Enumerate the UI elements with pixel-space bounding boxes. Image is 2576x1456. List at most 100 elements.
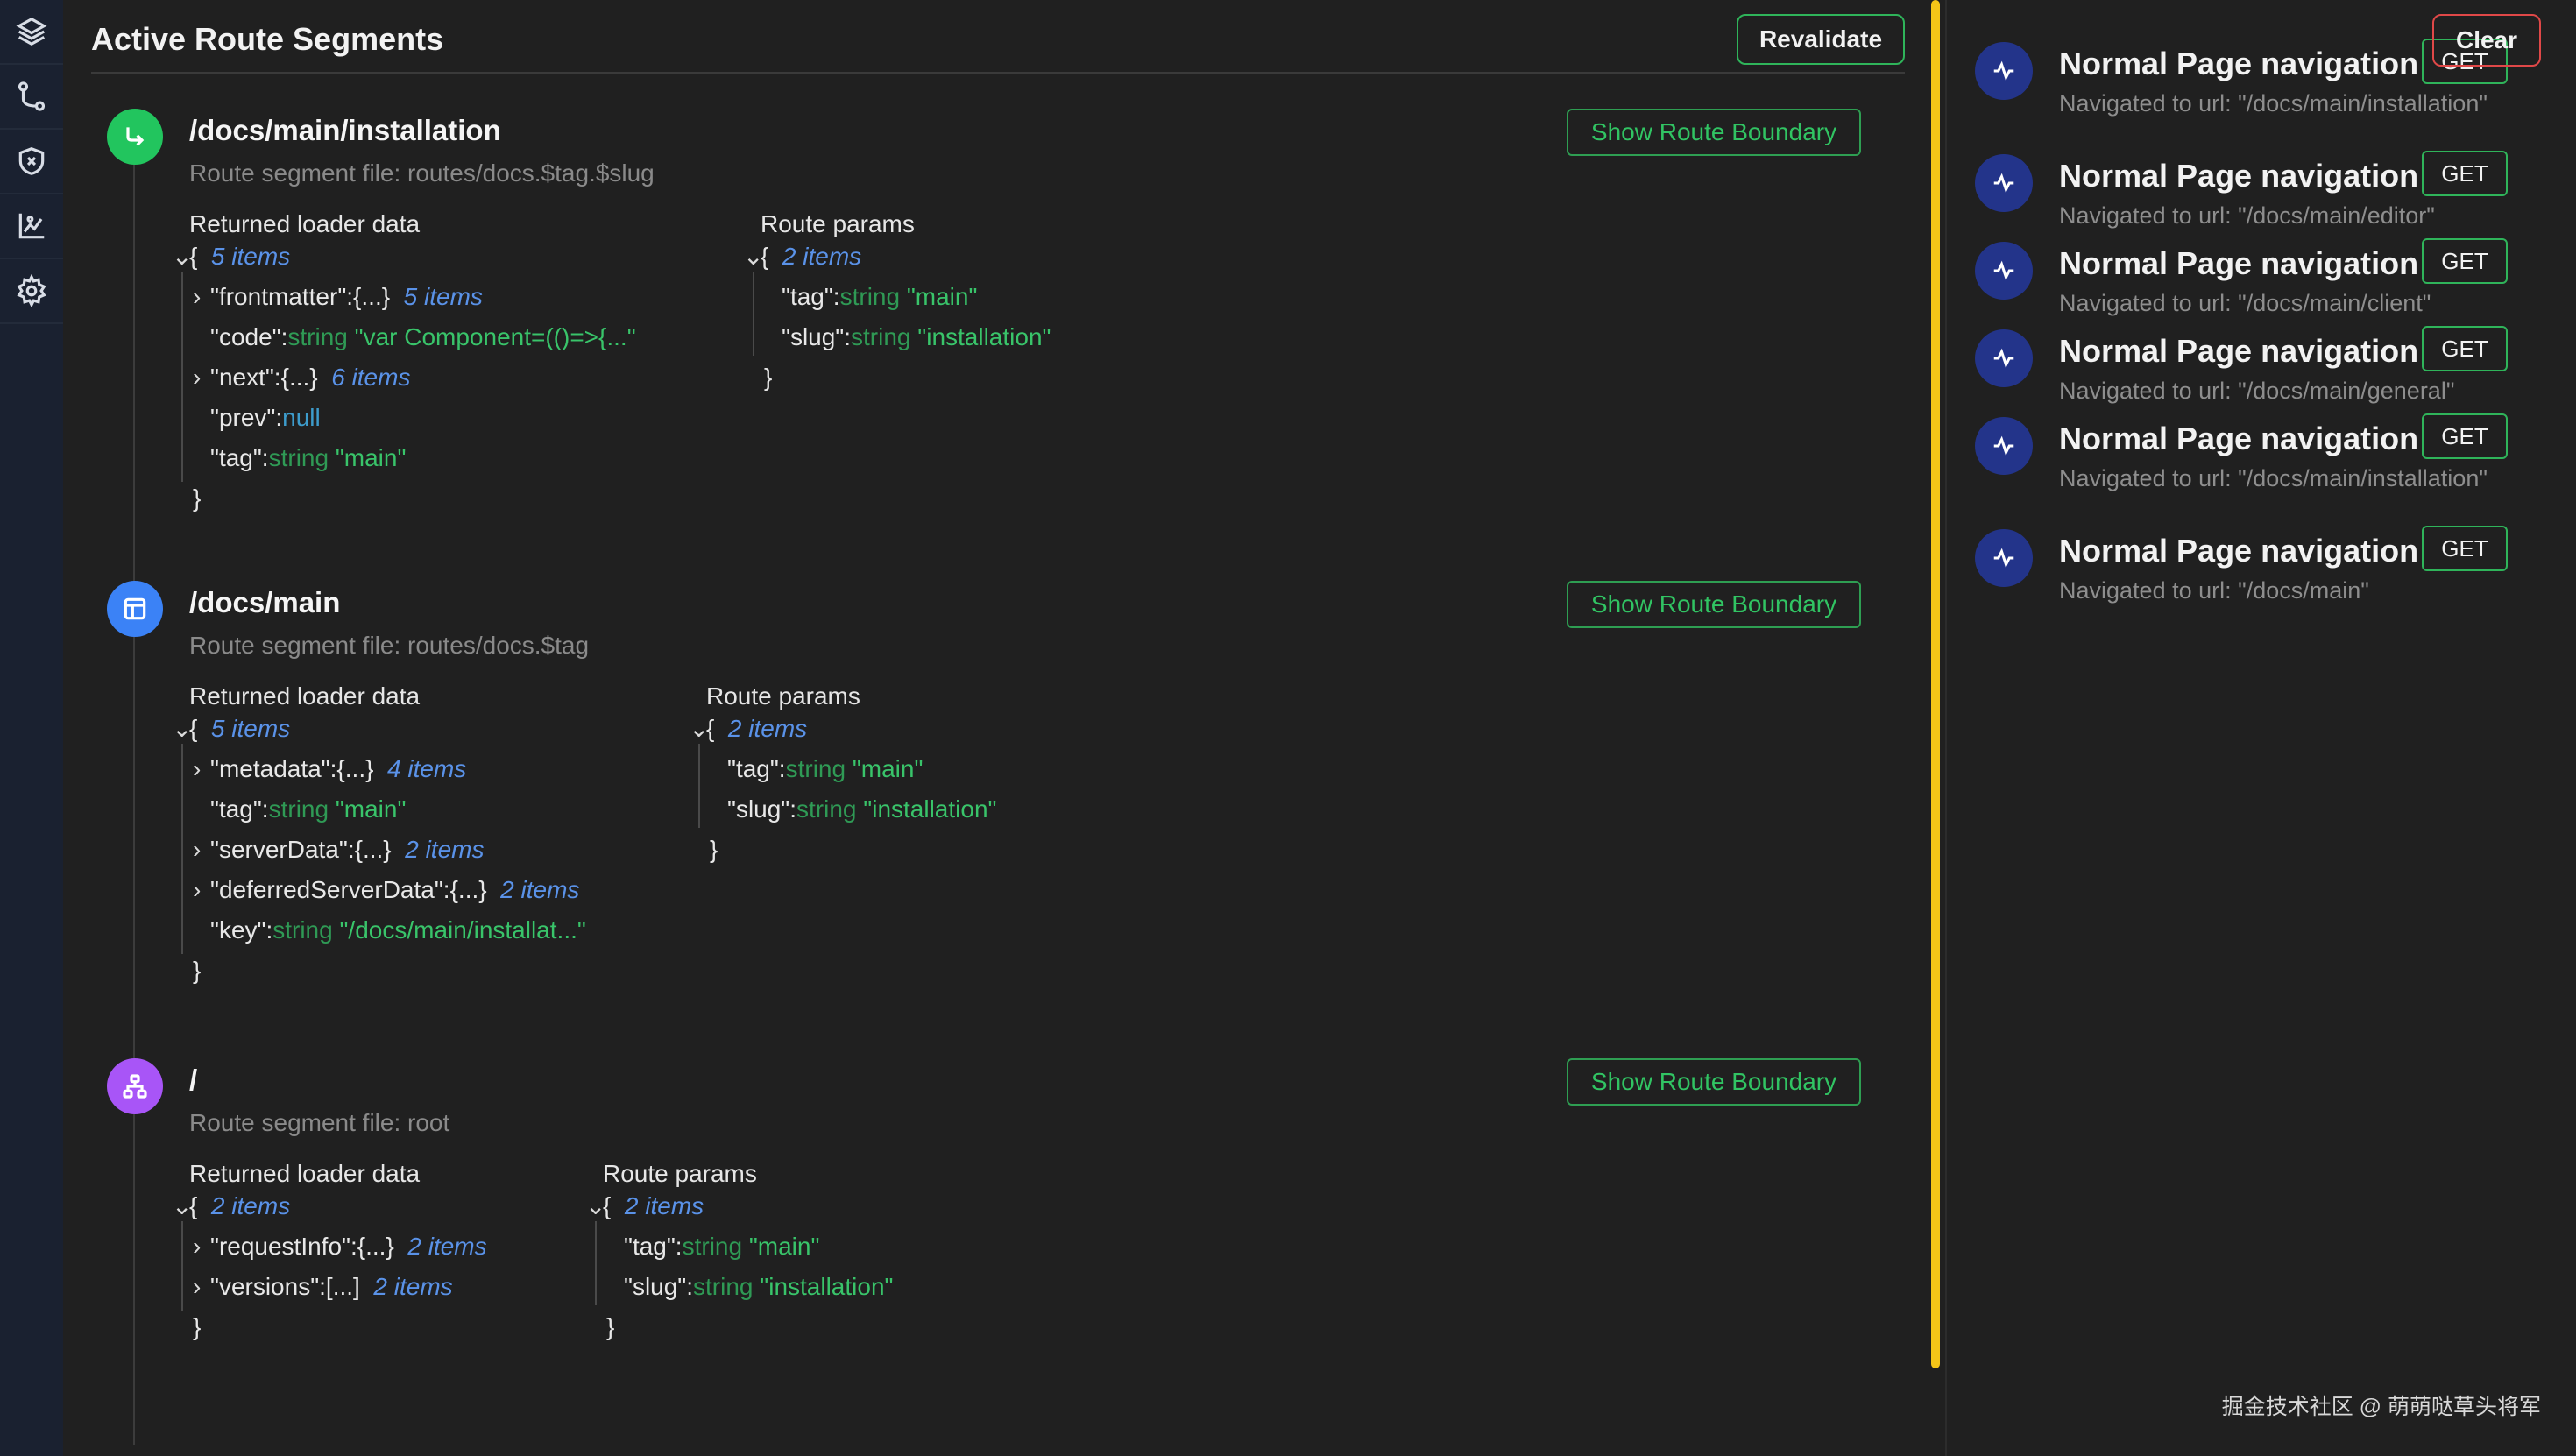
chevron-down-icon[interactable]: ⌄ <box>585 1186 605 1226</box>
item-count: 2 items <box>405 836 485 863</box>
gear-icon[interactable] <box>0 259 63 324</box>
navigation-entry[interactable]: Normal Page navigation GET Navigated to ur… <box>1975 235 2553 331</box>
route-segment: / Route segment file: root Show Route Boun… <box>91 1058 1861 1456</box>
chart-icon[interactable] <box>0 194 63 259</box>
route-params-tree: ⌄{ 2 items "tag":string "main" "slug":stri… <box>743 237 1051 398</box>
tree-value: {...} <box>449 876 487 903</box>
clear-button[interactable]: Clear <box>2432 14 2541 67</box>
tree-row: "tag":string "main" <box>172 438 636 478</box>
activity-icon <box>1975 329 2033 387</box>
item-count: 2 items <box>407 1233 487 1260</box>
item-count: 4 items <box>387 755 467 782</box>
param-type: string <box>682 1233 743 1260</box>
tree-root[interactable]: ⌄{ 2 items <box>172 1186 487 1226</box>
tree-key: "tag": <box>210 444 269 471</box>
tree-row[interactable]: › "metadata":{...} 4 items <box>172 749 586 789</box>
tree-value: "var Component=(()=>{..." <box>354 323 636 350</box>
chevron-right-icon[interactable]: › <box>193 357 210 398</box>
navigation-title: Normal Page navigation <box>2059 533 2419 569</box>
param-value: "installation" <box>760 1273 894 1300</box>
tree-key: "next": <box>210 364 281 391</box>
chevron-right-icon[interactable]: › <box>193 1267 210 1307</box>
tree-value: "main" <box>335 795 407 823</box>
param-type: string <box>693 1273 754 1300</box>
chevron-down-icon[interactable]: ⌄ <box>743 237 763 277</box>
tree-root[interactable]: ⌄{ 2 items <box>689 709 996 749</box>
brace: } <box>764 364 773 391</box>
brace: { <box>189 1192 198 1219</box>
tree-value: {...} <box>336 755 374 782</box>
tree-key: "requestInfo": <box>210 1233 357 1260</box>
param-row: "tag":string "main" <box>689 749 996 789</box>
tree-root[interactable]: ⌄{ 2 items <box>585 1186 893 1226</box>
tree-guide <box>595 1221 597 1305</box>
tree-root[interactable]: ⌄{ 5 items <box>172 709 586 749</box>
shield-icon[interactable] <box>0 130 63 194</box>
navigation-entry[interactable]: Normal Page navigation GET Navigated to ur… <box>1975 147 2553 244</box>
item-count: 2 items <box>727 715 808 742</box>
tree-type: string <box>268 795 329 823</box>
show-route-boundary-button[interactable]: Show Route Boundary <box>1567 581 1861 628</box>
navigation-entry[interactable]: Normal Page navigation GET Navigated to ur… <box>1975 522 2553 618</box>
segment-file: Route segment file: root <box>189 1109 450 1136</box>
navigation-description: Navigated to url: "/docs/main/installati… <box>2059 465 2488 491</box>
tree-root[interactable]: ⌄{ 5 items <box>172 237 636 277</box>
tree-type: string <box>268 444 329 471</box>
chevron-down-icon[interactable]: ⌄ <box>689 709 709 749</box>
loader-data-label: Returned loader data <box>189 210 421 237</box>
tree-row[interactable]: › "deferredServerData":{...} 2 items <box>172 870 586 910</box>
tree-row[interactable]: › "requestInfo":{...} 2 items <box>172 1226 487 1267</box>
param-row: "tag":string "main" <box>585 1226 893 1267</box>
param-type: string <box>851 323 911 350</box>
revalidate-button[interactable]: Revalidate <box>1737 14 1905 65</box>
tree-row[interactable]: › "frontmatter":{...} 5 items <box>172 277 636 317</box>
tree-root[interactable]: ⌄{ 2 items <box>743 237 1051 277</box>
param-value: "main" <box>906 283 978 310</box>
navigation-entry[interactable]: Normal Page navigation GET Navigated to ur… <box>1975 410 2553 506</box>
chevron-right-icon[interactable]: › <box>193 749 210 789</box>
chevron-down-icon[interactable]: ⌄ <box>172 237 192 277</box>
chevron-right-icon[interactable]: › <box>193 830 210 870</box>
show-route-boundary-button[interactable]: Show Route Boundary <box>1567 109 1861 156</box>
item-count: 2 items <box>782 243 862 270</box>
tree-key: "tag": <box>210 795 269 823</box>
param-value: "main" <box>852 755 924 782</box>
navigation-log-panel: Clear Normal Page navigation GET Navigated… <box>1947 0 2576 1456</box>
brace: { <box>189 243 198 270</box>
tree-value: {...} <box>353 283 391 310</box>
param-type: string <box>839 283 901 310</box>
chevron-right-icon[interactable]: › <box>193 277 210 317</box>
tree-row: "key":string "/docs/main/installat..." <box>172 910 586 951</box>
segment-path: /docs/main <box>189 586 341 618</box>
brace: { <box>189 715 198 742</box>
brace: { <box>706 715 715 742</box>
chevron-down-icon[interactable]: ⌄ <box>172 1186 192 1226</box>
activity-icon <box>1975 154 2033 212</box>
activity-icon <box>1975 242 2033 300</box>
param-key: "slug": <box>782 323 852 350</box>
navigation-entry[interactable]: Normal Page navigation GET Navigated to ur… <box>1975 322 2553 419</box>
tree-key: "key": <box>210 916 273 944</box>
tree-row[interactable]: › "serverData":{...} 2 items <box>172 830 586 870</box>
activity-icon <box>1975 42 2033 100</box>
tree-row[interactable]: › "next":{...} 6 items <box>172 357 636 398</box>
param-type: string <box>796 795 857 823</box>
tree-row[interactable]: › "versions":[...] 2 items <box>172 1267 487 1307</box>
chevron-right-icon[interactable]: › <box>193 1226 210 1267</box>
item-count: 6 items <box>331 364 411 391</box>
route-params-label: Route params <box>761 210 915 237</box>
panel-resize-handle[interactable] <box>1931 0 1940 1368</box>
route-icon[interactable] <box>0 65 63 130</box>
tree-key: "serverData": <box>210 836 355 863</box>
layers-icon[interactable] <box>0 0 63 65</box>
activity-icon <box>1975 417 2033 475</box>
show-route-boundary-button[interactable]: Show Route Boundary <box>1567 1058 1861 1106</box>
item-count: 2 items <box>500 876 580 903</box>
param-key: "tag": <box>727 755 786 782</box>
tree-guide <box>698 744 700 828</box>
param-row: "tag":string "main" <box>743 277 1051 317</box>
layout-icon <box>107 581 163 637</box>
brace: } <box>193 1313 202 1340</box>
chevron-right-icon[interactable]: › <box>193 870 210 910</box>
chevron-down-icon[interactable]: ⌄ <box>172 709 192 749</box>
